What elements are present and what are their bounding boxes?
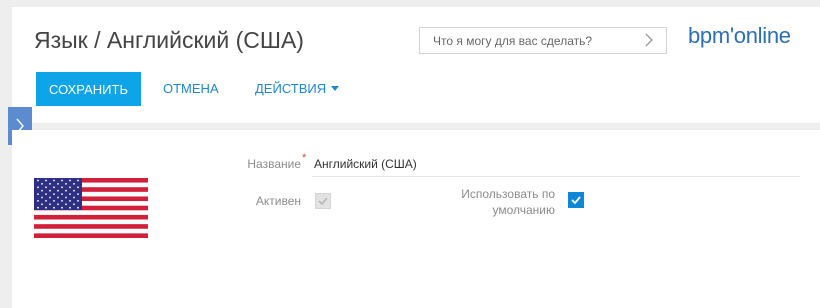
actions-button-label: ДЕЙСТВИЯ [255, 81, 327, 96]
actions-button[interactable]: ДЕЙСТВИЯ [255, 81, 340, 96]
check-icon [571, 196, 581, 204]
name-field[interactable]: Английский (США) [314, 157, 417, 171]
required-marker: * [302, 152, 307, 164]
cancel-button[interactable]: ОТМЕНА [163, 81, 219, 96]
save-button[interactable]: СОХРАНИТЬ [36, 72, 141, 106]
name-field-underline [312, 176, 800, 177]
active-label: Активен [255, 194, 301, 208]
caret-down-icon [331, 86, 340, 91]
page-header: Язык / Английский (США) Что я могу для в… [12, 7, 820, 123]
check-icon [318, 197, 328, 205]
search-input[interactable]: Что я могу для вас сделать? [419, 27, 667, 54]
search-placeholder: Что я могу для вас сделать? [433, 34, 593, 48]
page-title: Язык / Английский (США) [34, 27, 304, 53]
active-checkbox[interactable] [315, 193, 331, 209]
logo: bpm'online [688, 23, 791, 48]
us-flag-icon [34, 178, 148, 238]
record-card: Название * Английский (США) Активен Испо… [12, 130, 820, 308]
chevron-right-icon[interactable] [644, 33, 654, 47]
name-label: Название [247, 157, 301, 171]
default-label: Использовать по умолчанию [461, 187, 555, 217]
default-checkbox[interactable] [568, 192, 584, 208]
